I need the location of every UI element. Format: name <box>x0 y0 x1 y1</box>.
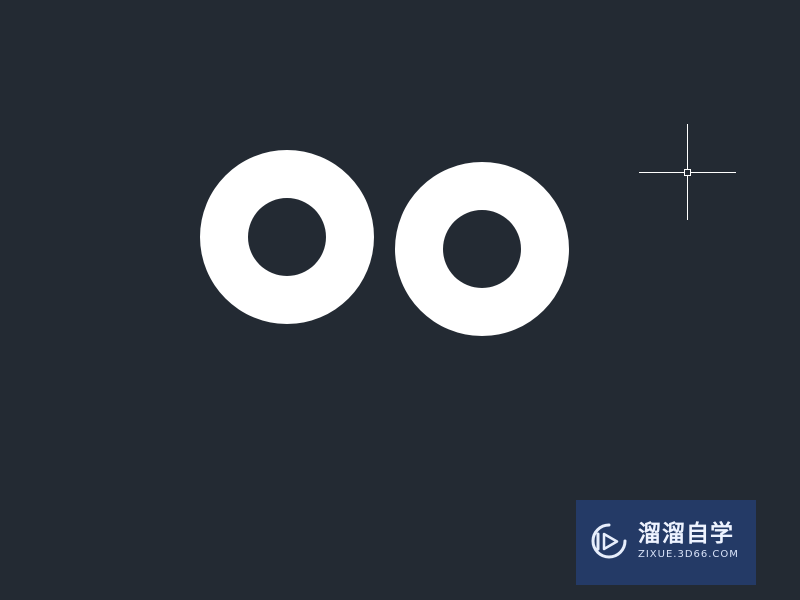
watermark-url: ZIXUE.3D66.COM <box>638 549 739 560</box>
watermark-title: 溜溜自学 <box>638 521 734 547</box>
donut-right[interactable] <box>395 162 569 336</box>
play-logo-icon <box>591 523 627 559</box>
donut-left[interactable] <box>200 150 374 324</box>
cad-drawing-canvas[interactable]: 溜溜自学 ZIXUE.3D66.COM <box>0 0 800 600</box>
crosshair-pickbox-icon <box>639 124 736 220</box>
watermark-badge: 溜溜自学 ZIXUE.3D66.COM <box>576 500 756 585</box>
